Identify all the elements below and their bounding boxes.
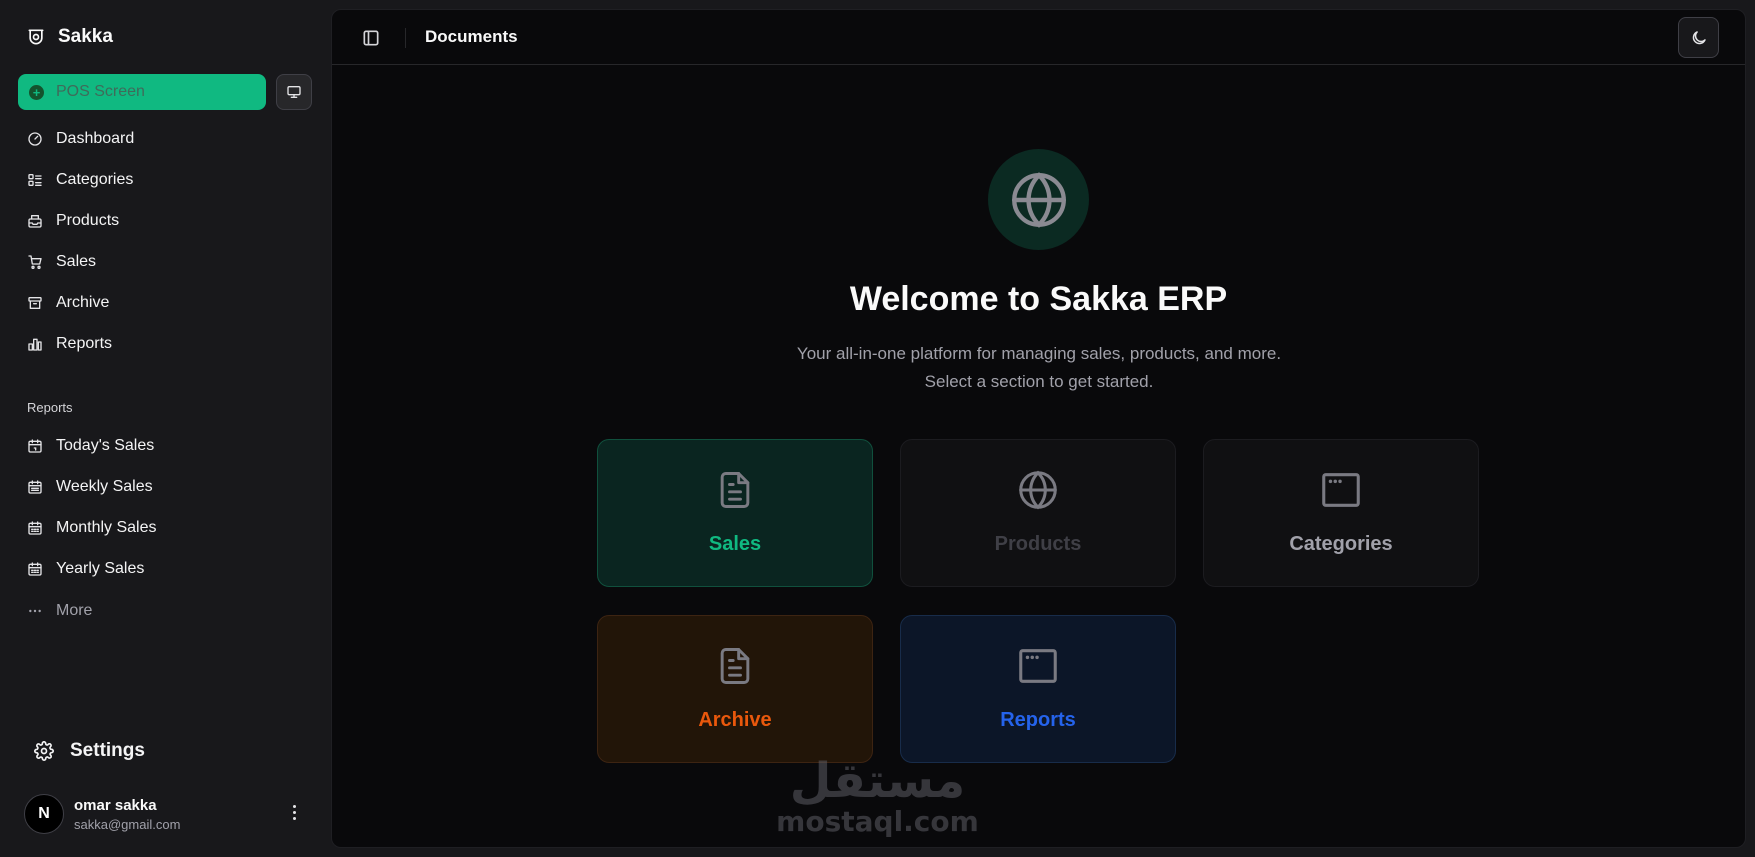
welcome-heading: Welcome to Sakka ERP	[849, 280, 1228, 318]
reports-section-label: Reports	[27, 400, 73, 415]
watermark-latin: mostaql.com	[776, 805, 979, 838]
file-text-icon	[712, 467, 758, 513]
gauge-icon	[26, 130, 44, 148]
nav-item-products[interactable]: Products	[26, 206, 119, 236]
card-label: Archive	[698, 709, 772, 731]
nav-item-label: Categories	[56, 171, 134, 188]
globe-icon	[1015, 467, 1061, 513]
nav-item-label: Weekly Sales	[56, 478, 153, 495]
logo-icon	[26, 27, 46, 47]
user-menu-button[interactable]	[286, 800, 302, 824]
nav-item-label: Reports	[56, 335, 113, 352]
archive-icon	[26, 294, 44, 312]
avatar: N	[24, 794, 64, 834]
gear-icon	[34, 741, 54, 761]
more-horizontal-icon	[26, 602, 44, 620]
nav-item-sales[interactable]: Sales	[26, 247, 96, 277]
monitor-button[interactable]	[276, 74, 312, 110]
card-sales[interactable]: Sales	[597, 439, 873, 587]
browser-window-icon	[1015, 643, 1061, 689]
nav-item-label: Yearly Sales	[56, 560, 145, 577]
browser-window-icon	[1318, 467, 1364, 513]
nav-item-categories[interactable]: Categories	[26, 165, 133, 195]
card-products[interactable]: Products	[900, 439, 1176, 587]
nav-item-reports[interactable]: Reports	[26, 329, 112, 359]
nav-item-more[interactable]: More	[26, 596, 92, 626]
card-reports[interactable]: Reports	[900, 615, 1176, 763]
nav-item-label: Products	[56, 212, 120, 229]
main-panel: Documents Welcome to Sakka ERP Your all-…	[331, 9, 1746, 848]
nav-item-monthly-sales[interactable]: Monthly Sales	[26, 513, 157, 543]
page-title: Documents	[425, 27, 518, 46]
nav-item-label: Archive	[56, 294, 110, 311]
nav-item-archive[interactable]: Archive	[26, 288, 109, 318]
panel-left-icon	[361, 28, 381, 48]
nav-item-label: Dashboard	[56, 130, 135, 147]
welcome-subtitle: Your all-in-one platform for managing sa…	[796, 344, 1282, 391]
list-icon	[26, 171, 44, 189]
calendar-icon	[26, 437, 44, 455]
cart-icon	[26, 253, 44, 271]
separator	[405, 28, 406, 48]
card-label: Reports	[1000, 709, 1076, 731]
nav-item-dashboard[interactable]: Dashboard	[26, 124, 134, 154]
hero-globe-badge	[988, 149, 1089, 250]
calendar-icon	[26, 519, 44, 537]
nav-item-label: Today's Sales	[56, 437, 155, 454]
user-info: omar sakka sakka@gmail.com	[74, 797, 180, 832]
card-label: Sales	[708, 533, 762, 555]
nav-item-yearly-sales[interactable]: Yearly Sales	[26, 554, 144, 584]
moon-icon	[1690, 29, 1708, 47]
calendar-icon	[26, 478, 44, 496]
card-label: Categories	[1289, 533, 1393, 555]
settings-label: Settings	[70, 740, 145, 761]
topbar: Documents	[332, 10, 1745, 65]
watermark-arabic: مستقل	[789, 753, 966, 809]
user-name: omar sakka	[74, 796, 157, 814]
brand-name: Sakka	[58, 26, 113, 47]
user-email: sakka@gmail.com	[74, 816, 181, 832]
plus-circle-icon: +	[29, 84, 44, 100]
bar-chart-icon	[26, 335, 44, 353]
brand[interactable]: Sakka	[26, 24, 113, 50]
card-label: Products	[994, 533, 1082, 555]
more-vertical-icon	[292, 804, 296, 808]
pos-screen-button[interactable]: + POS Screen	[18, 74, 266, 110]
nav-item-label: Sales	[56, 253, 97, 270]
toggle-sidebar-button[interactable]	[361, 28, 381, 48]
monitor-icon	[286, 84, 302, 100]
watermark: مستقل mostaql.com	[770, 755, 985, 837]
nav-item-weekly-sales[interactable]: Weekly Sales	[26, 472, 153, 502]
nav-item-label: Monthly Sales	[56, 519, 157, 536]
card-categories[interactable]: Categories	[1203, 439, 1479, 587]
card-archive[interactable]: Archive	[597, 615, 873, 763]
pos-screen-label: POS Screen	[56, 83, 145, 100]
pos-row: + POS Screen	[18, 74, 312, 110]
nav-item-todays-sales[interactable]: Today's Sales	[26, 431, 154, 461]
user-profile[interactable]: N omar sakka sakka@gmail.com	[24, 794, 180, 834]
calendar-icon	[26, 560, 44, 578]
globe-icon	[1006, 167, 1072, 233]
theme-toggle-button[interactable]	[1678, 17, 1719, 58]
sidebar: Sakka + POS Screen Dashboard Categories …	[0, 0, 330, 857]
file-text-icon	[712, 643, 758, 689]
inbox-icon	[26, 212, 44, 230]
settings-button[interactable]: Settings	[34, 736, 145, 766]
nav-item-label: More	[56, 602, 93, 619]
